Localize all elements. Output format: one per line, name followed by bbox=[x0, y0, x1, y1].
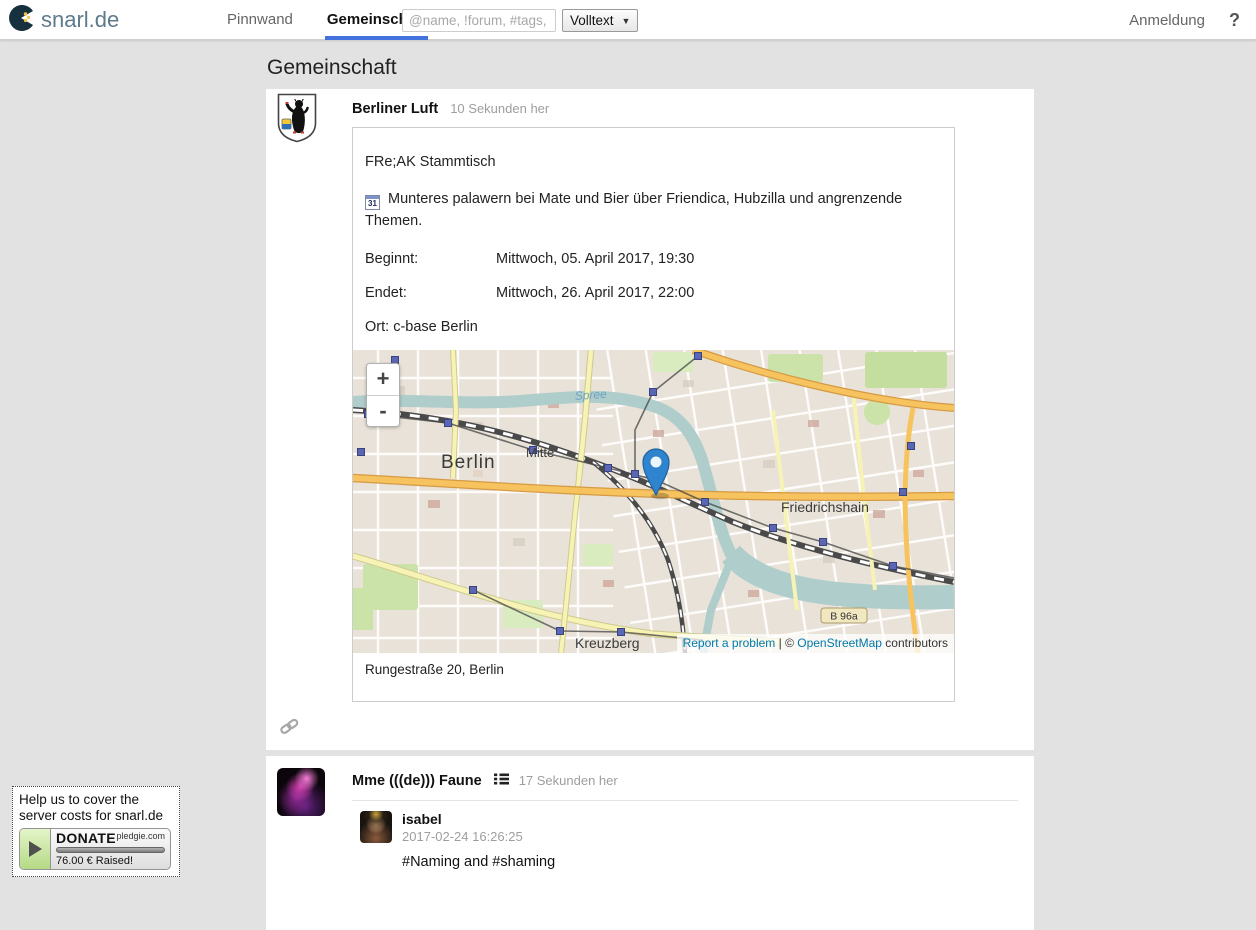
donate-box: Help us to cover the server costs for sn… bbox=[12, 786, 180, 877]
search-scope-value: Volltext bbox=[570, 13, 614, 28]
svg-text:B 96a: B 96a bbox=[830, 610, 858, 622]
event-end-value: Mittwoch, 26. April 2017, 22:00 bbox=[496, 285, 694, 301]
donation-progress-bar bbox=[56, 847, 165, 853]
pledgie-right-panel: DONATE pledgie.com 76.00 € Raised! bbox=[51, 829, 170, 869]
page-title: Gemeinschaft bbox=[267, 56, 1034, 80]
search-area bbox=[402, 9, 556, 32]
search-input[interactable] bbox=[402, 9, 556, 32]
event-address: Rungestraße 20, Berlin bbox=[353, 653, 954, 701]
site-name: snarl.de bbox=[41, 7, 119, 33]
community-stream: Gemeinschaft Berliner Luft 10 Sekunden h… bbox=[266, 40, 1034, 930]
site-logo[interactable]: snarl.de bbox=[8, 0, 119, 40]
zoom-out-button[interactable]: - bbox=[367, 395, 399, 426]
event-start-label: Beginnt: bbox=[365, 251, 496, 267]
report-problem-link[interactable]: Report a problem bbox=[683, 636, 776, 650]
avatar[interactable] bbox=[277, 93, 317, 143]
map-tiles: B 96a Berlin Mitte Friedrichshain Kreuzb… bbox=[353, 350, 954, 653]
event-title: FRe;AK Stammtisch bbox=[365, 154, 942, 170]
pledgie-site-label: pledgie.com bbox=[116, 831, 165, 841]
event-end-row: Endet: Mittwoch, 26. April 2017, 22:00 bbox=[365, 285, 942, 301]
donate-button-label: DONATE bbox=[56, 830, 116, 846]
permalink-action[interactable] bbox=[279, 718, 301, 736]
pledgie-top-row: DONATE pledgie.com bbox=[56, 830, 165, 846]
divider bbox=[352, 800, 1018, 801]
list-icon bbox=[494, 772, 509, 790]
play-icon bbox=[29, 841, 42, 857]
post-author[interactable]: Berliner Luft bbox=[352, 101, 438, 117]
search-scope-select[interactable]: Volltext ▼ bbox=[562, 9, 638, 32]
main-nav: Pinnwand Gemeinschaft bbox=[225, 0, 428, 40]
road-badge: B 96a bbox=[821, 608, 867, 623]
event-start-row: Beginnt: Mittwoch, 05. April 2017, 19:30 bbox=[365, 251, 942, 267]
event-start-value: Mittwoch, 05. April 2017, 19:30 bbox=[496, 251, 694, 267]
event-description: 31Munteres palawern bei Mate und Bier üb… bbox=[365, 188, 942, 233]
post-time: 10 Sekunden her bbox=[450, 101, 549, 116]
event-card: FRe;AK Stammtisch 31Munteres palawern be… bbox=[352, 127, 955, 702]
map-label-kreuzberg: Kreuzberg bbox=[575, 635, 640, 651]
zoom-in-button[interactable]: + bbox=[367, 364, 399, 395]
donate-text-line1: Help us to cover the bbox=[19, 792, 173, 808]
nav-item-pinnwand[interactable]: Pinnwand bbox=[225, 0, 295, 40]
donate-text-line2: server costs for snarl.de bbox=[19, 808, 173, 824]
shared-post-info: isabel 2017-02-24 16:26:25 bbox=[402, 811, 523, 844]
avatar[interactable] bbox=[360, 811, 392, 843]
post-mme-faune: Mme (((de))) Faune 17 Sekunden her isabe… bbox=[266, 756, 1034, 930]
active-tab-underline bbox=[325, 36, 428, 40]
event-end-label: Endet: bbox=[365, 285, 496, 301]
chevron-down-icon: ▼ bbox=[622, 16, 631, 26]
map-zoom-control: + - bbox=[366, 363, 400, 427]
help-icon[interactable]: ? bbox=[1229, 10, 1240, 31]
map-label-berlin: Berlin bbox=[441, 452, 496, 473]
shared-post: isabel 2017-02-24 16:26:25 bbox=[360, 811, 1018, 844]
post-time: 17 Sekunden her bbox=[519, 773, 618, 788]
shared-post-author[interactable]: isabel bbox=[402, 811, 523, 827]
berlin-coat-of-arms bbox=[277, 93, 317, 143]
event-body: FRe;AK Stammtisch 31Munteres palawern be… bbox=[353, 128, 954, 335]
event-location: Ort: c-base Berlin bbox=[365, 319, 942, 335]
shared-post-text: #Naming and #shaming bbox=[402, 854, 1018, 870]
map[interactable]: B 96a Berlin Mitte Friedrichshain Kreuzb… bbox=[353, 350, 954, 653]
link-icon bbox=[279, 718, 299, 735]
calendar-icon: 31 bbox=[365, 195, 380, 210]
map-label-friedrichshain: Friedrichshain bbox=[781, 499, 869, 515]
post-header: Berliner Luft 10 Sekunden her bbox=[352, 93, 1018, 117]
hashtag-naming[interactable]: #Naming bbox=[402, 854, 460, 870]
pledgie-left-panel bbox=[20, 829, 51, 869]
hashtag-shaming[interactable]: #shaming bbox=[492, 854, 555, 870]
topbar: snarl.de Pinnwand Gemeinschaft Volltext … bbox=[0, 0, 1256, 40]
friendica-logo-icon bbox=[8, 5, 34, 36]
shared-post-timestamp: 2017-02-24 16:26:25 bbox=[402, 829, 523, 844]
topbar-right: Anmeldung ? bbox=[1129, 0, 1240, 40]
post-author[interactable]: Mme (((de))) Faune bbox=[352, 773, 482, 789]
openstreetmap-link[interactable]: OpenStreetMap bbox=[797, 636, 882, 650]
map-attribution: Report a problem | © OpenStreetMap contr… bbox=[677, 634, 954, 653]
post-berliner-luft: Berliner Luft 10 Sekunden her FRe;AK Sta… bbox=[266, 89, 1034, 750]
pledgie-donate-badge[interactable]: DONATE pledgie.com 76.00 € Raised! bbox=[19, 828, 171, 870]
login-link[interactable]: Anmeldung bbox=[1129, 12, 1205, 29]
avatar[interactable] bbox=[277, 768, 325, 816]
map-label-mitte: Mitte bbox=[526, 445, 554, 460]
post-header: Mme (((de))) Faune 17 Sekunden her bbox=[352, 766, 1018, 790]
map-label-spree: Spree bbox=[574, 387, 607, 403]
